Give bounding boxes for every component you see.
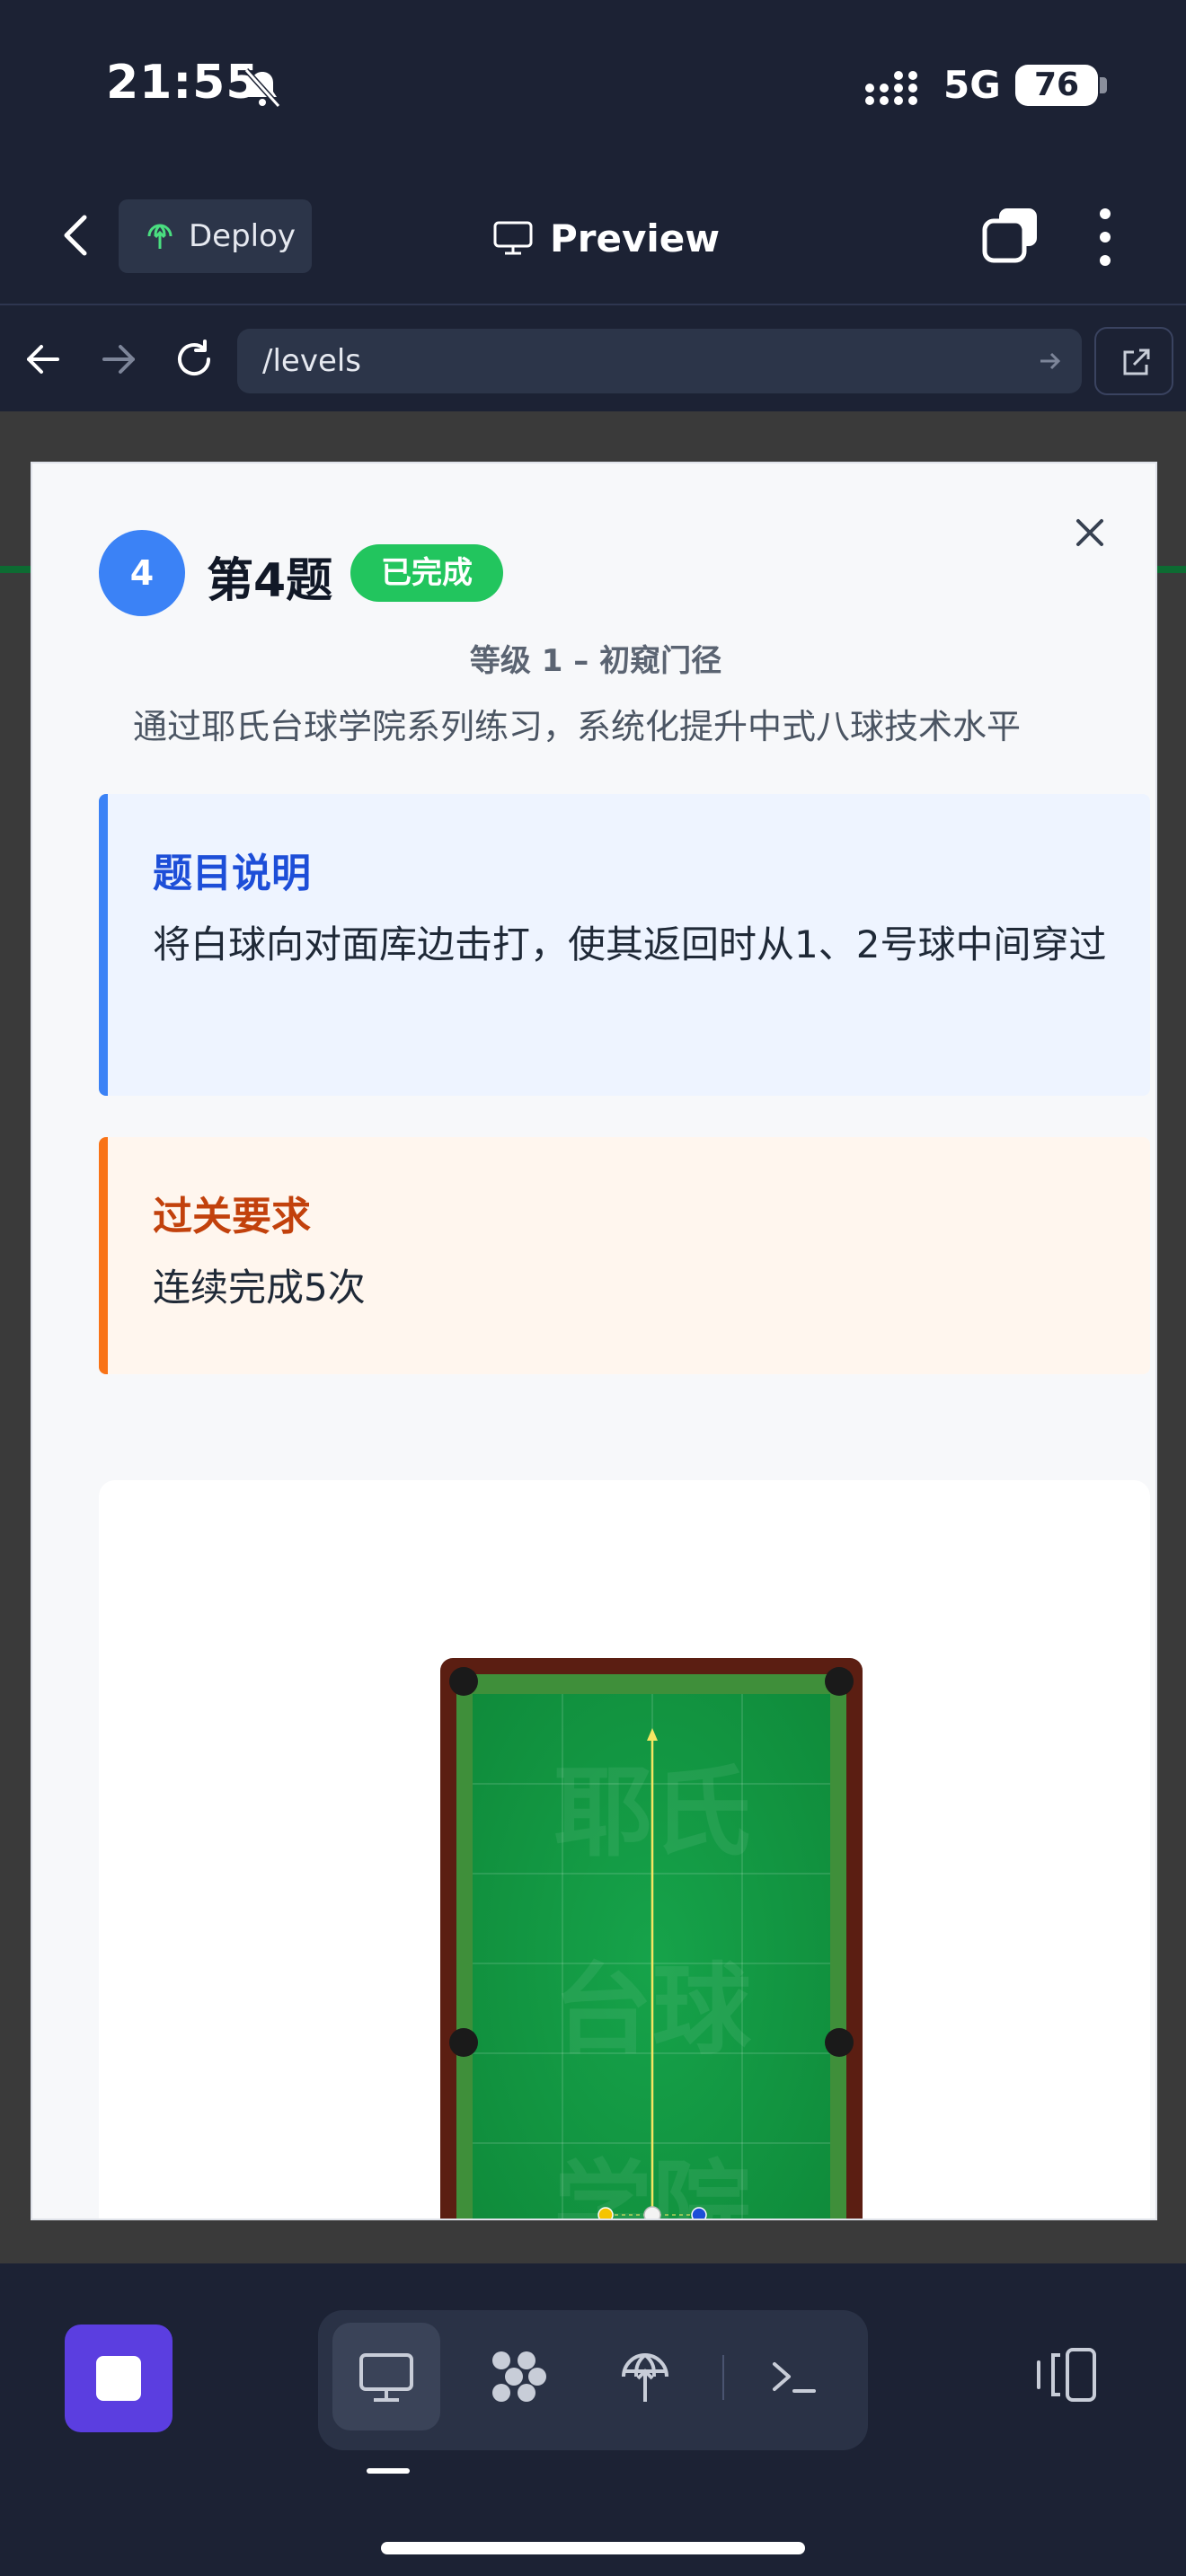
bottom-toolbar: [0, 2263, 1186, 2576]
monitor-icon: [359, 2353, 413, 2402]
arrow-left-icon[interactable]: [20, 336, 66, 383]
level-name: 等级 1 – 初窥门径: [469, 643, 722, 679]
level-number-badge: 4: [99, 530, 185, 616]
panel-toggle-icon[interactable]: [1033, 2342, 1102, 2407]
nodes-icon: [492, 2351, 546, 2402]
pool-table[interactable]: 耶氏 台球 学院: [440, 1658, 863, 2220]
url-input[interactable]: /levels: [237, 329, 1082, 393]
requirement-card-body: 连续完成5次: [153, 1266, 366, 1310]
ball-2: [691, 2207, 707, 2219]
tab-workflows[interactable]: [464, 2323, 571, 2430]
close-icon[interactable]: [1067, 510, 1112, 555]
stop-icon: [96, 2356, 141, 2401]
description-card-title: 题目说明: [153, 851, 311, 896]
modal-title: 第4题: [207, 554, 333, 608]
preview-label: Preview: [550, 216, 721, 260]
status-bar: 21:55 5G 76: [0, 0, 1186, 171]
stop-button[interactable]: [65, 2325, 173, 2432]
app-top-bar: Deploy Preview: [0, 171, 1186, 305]
ball-1: [597, 2207, 614, 2219]
level-description: 通过耶氏台球学院系列练习，系统化提升中式八球技术水平: [133, 707, 1022, 746]
deploy-globe-icon: [622, 2353, 668, 2402]
windows-icon[interactable]: [979, 205, 1042, 268]
go-arrow-icon[interactable]: [1037, 348, 1062, 374]
battery-indicator: 76: [1015, 65, 1098, 106]
status-badge: 已完成: [350, 544, 503, 602]
monitor-icon: [493, 221, 533, 255]
arrow-right-icon[interactable]: [95, 336, 142, 383]
deploy-globe-icon: [147, 224, 173, 249]
external-link-icon: [1123, 348, 1150, 375]
tab-deploy[interactable]: [591, 2323, 699, 2430]
status-time: 21:55: [106, 56, 260, 110]
reload-icon[interactable]: [171, 336, 217, 383]
cue-ball: [643, 2206, 661, 2219]
pool-table-panel: 耶氏 台球 学院: [99, 1480, 1150, 2220]
terminal-icon: [773, 2362, 816, 2393]
battery-tip: [1100, 77, 1107, 93]
requirement-card-title: 过关要求: [153, 1194, 311, 1239]
deploy-button[interactable]: Deploy: [119, 199, 312, 273]
pocket-top-right: [825, 1667, 854, 1696]
tab-divider: [722, 2355, 724, 2400]
description-card: 题目说明 将白球向对面库边击打，使其返回时从1、2号球中间穿过: [99, 794, 1150, 1096]
level-modal: 4 第4题 已完成 等级 1 – 初窥门径 通过耶氏台球学院系列练习，系统化提升…: [31, 462, 1157, 2220]
network-type: 5G: [943, 63, 1001, 107]
pocket-side-left: [449, 2028, 478, 2057]
more-vertical-icon[interactable]: [1087, 203, 1123, 271]
deploy-label: Deploy: [189, 218, 296, 254]
url-text: /levels: [262, 343, 362, 379]
back-chevron-icon[interactable]: [54, 208, 97, 262]
home-indicator: [381, 2542, 805, 2554]
open-external-button[interactable]: [1094, 327, 1173, 395]
preview-title: Preview: [492, 207, 720, 269]
pocket-side-right: [825, 2028, 854, 2057]
bell-muted-icon: [243, 67, 281, 109]
description-card-body: 将白球向对面库边击打，使其返回时从1、2号球中间穿过: [153, 922, 1107, 966]
tab-preview[interactable]: [332, 2323, 440, 2430]
signal-icon: [865, 71, 917, 105]
browser-bar: /levels: [0, 307, 1186, 411]
active-tab-indicator: [367, 2468, 410, 2474]
tab-shell[interactable]: [740, 2323, 848, 2430]
requirement-card: 过关要求 连续完成5次: [99, 1137, 1150, 1374]
pocket-top-left: [449, 1667, 478, 1696]
view-tab-group: [318, 2310, 868, 2450]
